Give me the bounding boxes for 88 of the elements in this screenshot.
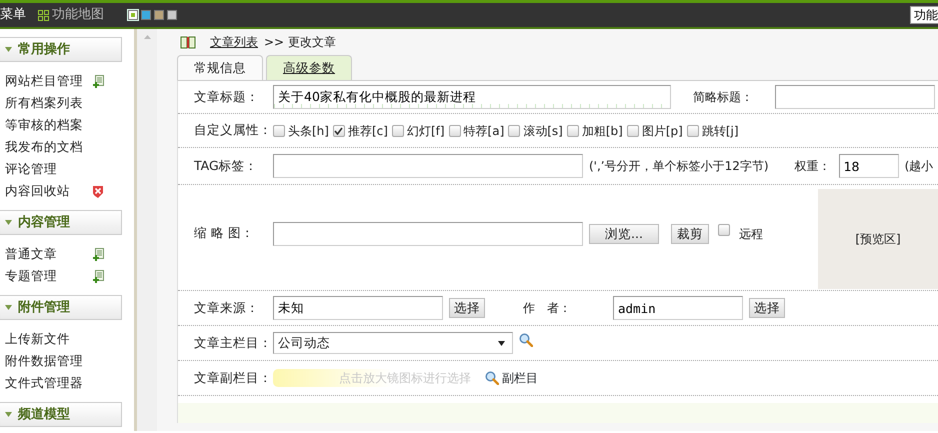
tab[interactable]: 常规信息 <box>177 55 263 80</box>
group-title: 常用操作 <box>18 40 70 59</box>
subcolumn-link[interactable]: 副栏目 <box>485 369 538 387</box>
weight-hint: (越小 <box>904 158 934 175</box>
theme-swatch[interactable] <box>128 10 138 20</box>
checkbox[interactable] <box>392 124 404 136</box>
sidebar-item[interactable]: 文件式管理器 <box>5 374 83 392</box>
search-icon[interactable] <box>519 333 533 347</box>
breadcrumb-current: >> 更改文章 <box>264 34 336 51</box>
field-label: 简略标题： <box>693 89 753 106</box>
checkbox-label: 特荐[a] <box>464 122 504 140</box>
select-button[interactable]: 选择 <box>749 298 785 318</box>
checkbox[interactable] <box>332 124 345 136</box>
caret-down-icon <box>5 47 12 52</box>
field-label: 自定义属性： <box>193 121 273 140</box>
tag-field[interactable] <box>273 154 583 178</box>
theme-swatch[interactable] <box>154 10 164 20</box>
group-header[interactable]: 频道模型 <box>0 402 122 427</box>
sidebar-item[interactable]: 内容回收站 <box>5 182 70 200</box>
field-label: 文章副栏目： <box>193 368 273 387</box>
caret-down-icon <box>5 412 12 417</box>
scroll-up-icon <box>144 35 150 39</box>
caret-down-icon <box>5 220 12 225</box>
sidebar-item[interactable]: 专题管理 <box>5 266 57 286</box>
group-title: 频道模型 <box>18 406 70 424</box>
checkbox[interactable] <box>626 124 639 136</box>
search-icon <box>485 371 499 385</box>
sidebar-item[interactable]: 网站栏目管理 <box>5 72 83 90</box>
group-header[interactable]: 内容管理 <box>0 210 122 235</box>
sidebar-item[interactable]: 普通文章 <box>5 244 57 264</box>
group-header[interactable]: 常用操作 <box>0 37 122 62</box>
theme-swatch[interactable] <box>167 10 177 20</box>
grid-icon <box>38 10 49 20</box>
column-select[interactable]: 公司动态 <box>273 332 513 354</box>
group-title: 内容管理 <box>18 214 70 232</box>
field-label: 权重： <box>794 158 831 175</box>
sidebar-item[interactable]: 上传新文件 <box>5 330 70 348</box>
checkbox-label: 推荐[c] <box>348 122 388 140</box>
tag-hint: (',’号分开，单个标签小于12字节) <box>589 158 769 175</box>
book-icon <box>180 36 196 48</box>
checkbox[interactable] <box>566 124 579 136</box>
crop-button[interactable]: 裁剪 <box>671 224 709 244</box>
checkbox-label: 头条[h] <box>288 122 329 140</box>
browse-button[interactable]: 浏览... <box>589 224 659 244</box>
checkbox[interactable] <box>508 124 520 136</box>
weight-field[interactable]: 18 <box>838 154 899 178</box>
checkbox-label: 跳转[j] <box>702 122 739 140</box>
thumbnail-field[interactable] <box>273 222 583 246</box>
sidebar-item[interactable]: 等审核的档案 <box>5 116 83 134</box>
group-header[interactable]: 附件管理 <box>0 295 122 320</box>
theme-swatch[interactable] <box>141 10 151 20</box>
field-label: 文章来源： <box>193 298 260 317</box>
add-page-icon <box>93 248 104 260</box>
checkbox-label: 图片[p] <box>642 122 683 140</box>
dropdown-arrow-icon <box>498 340 505 346</box>
checkbox-label: 滚动[s] <box>523 122 563 140</box>
checkbox-label: 幻灯[f] <box>406 122 445 140</box>
tab[interactable]: 高级参数 <box>266 55 352 80</box>
delete-icon <box>92 184 104 198</box>
checkbox-label: 远程 <box>739 226 763 242</box>
source-field[interactable]: 未知 <box>273 296 443 320</box>
menu-label[interactable]: 菜单 <box>0 5 26 25</box>
breadcrumb-link[interactable]: 文章列表 <box>210 33 258 51</box>
add-page-icon <box>93 270 104 282</box>
sidebar-item[interactable]: 所有档案列表 <box>5 94 83 112</box>
author-field[interactable]: admin <box>613 296 743 320</box>
checkbox[interactable] <box>273 124 285 136</box>
sidebar-item[interactable]: 我发布的文档 <box>5 138 83 156</box>
preview-area: [预览区] <box>818 189 938 289</box>
add-page-icon <box>93 74 104 88</box>
checkbox[interactable] <box>448 124 461 136</box>
function-button[interactable]: 功能 <box>910 6 938 24</box>
text-field[interactable] <box>775 85 935 109</box>
checkbox-label: 加粗[b] <box>582 122 623 140</box>
select-button[interactable]: 选择 <box>449 298 485 318</box>
caret-down-icon <box>5 305 12 310</box>
field-label: 缩 略 图： <box>193 224 255 242</box>
sidebar-item[interactable]: 评论管理 <box>5 160 57 178</box>
map-link[interactable]: 功能地图 <box>52 5 104 25</box>
group-title: 附件管理 <box>18 298 70 317</box>
checkbox[interactable] <box>686 124 699 136</box>
field-label: TAG标签： <box>193 156 259 175</box>
sidebar-item[interactable]: 附件数据管理 <box>5 352 83 370</box>
checkbox[interactable] <box>718 224 730 236</box>
field-label: 文章主栏目： <box>193 334 273 352</box>
title-field[interactable]: 关于40家私有化中概股的最新进程 <box>273 85 671 109</box>
field-label: 文章标题： <box>193 88 260 106</box>
field-label: 作 者： <box>523 300 571 317</box>
